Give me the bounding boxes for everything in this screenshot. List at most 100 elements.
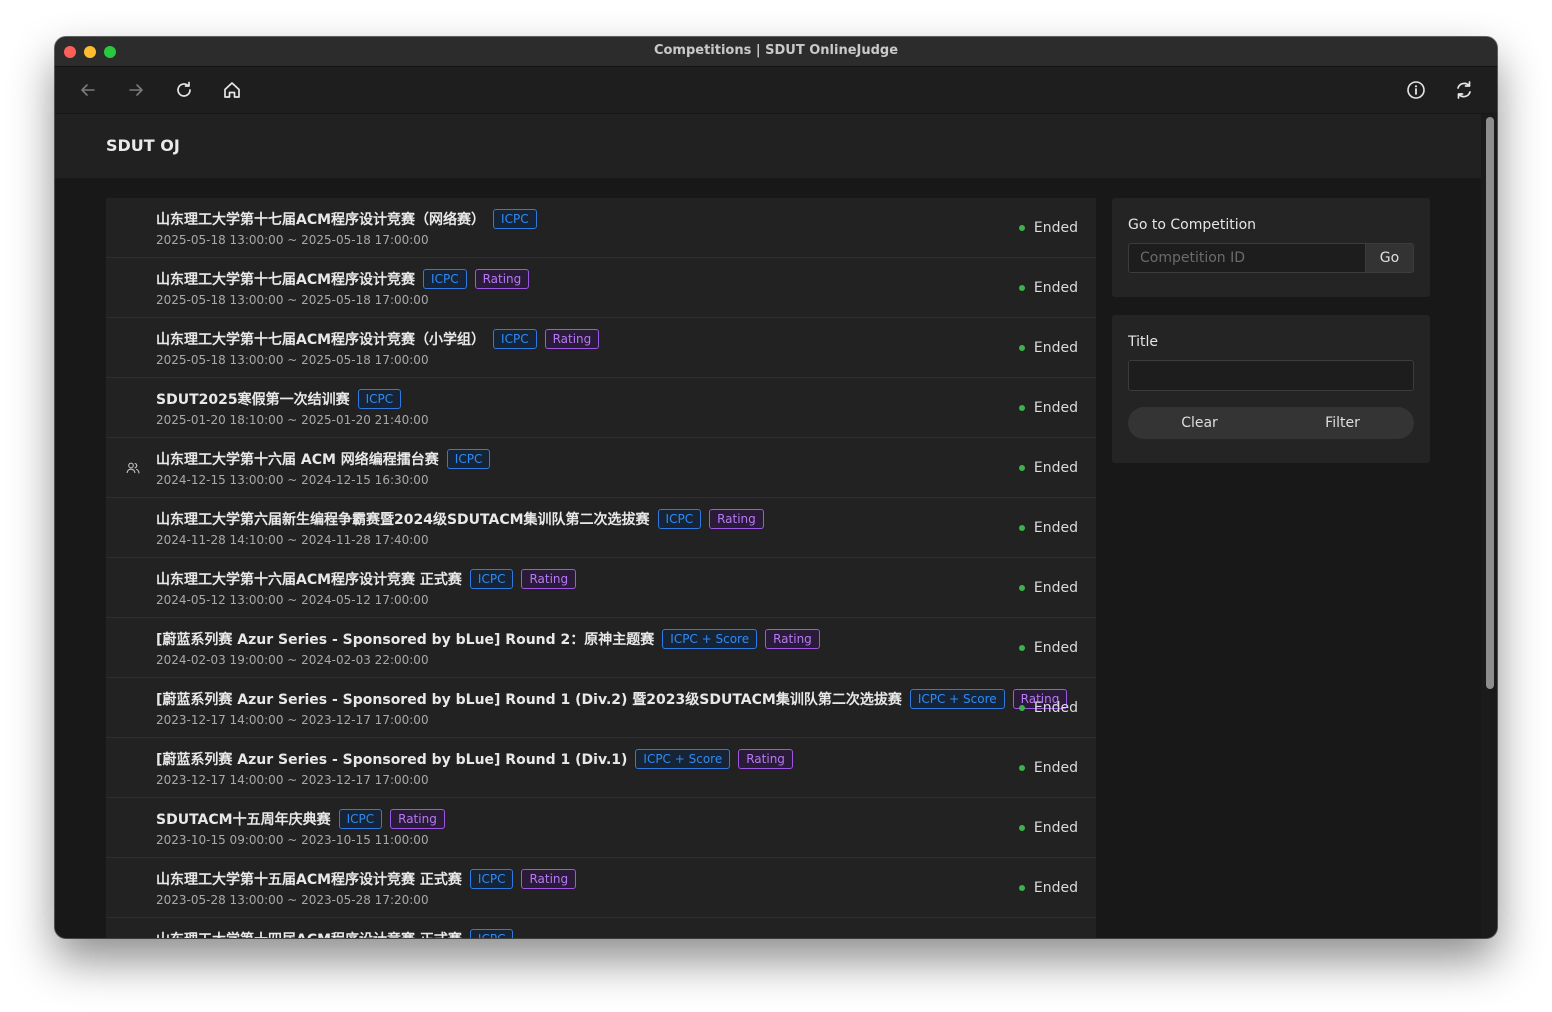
competition-title-link[interactable]: [蔚蓝系列赛 Azur Series - Sponsored by bLue] …: [156, 629, 654, 649]
browser-window: Competitions | SDUT OnlineJudge SDUT OJ …: [55, 37, 1497, 938]
scrollbar-thumb[interactable]: [1486, 117, 1494, 689]
status-label: Ended: [1033, 460, 1078, 476]
status-label: Ended: [1033, 220, 1078, 236]
competition-title-link[interactable]: 山东理工大学第十六届 ACM 网络编程擂台赛: [156, 449, 439, 469]
status-label: Ended: [1033, 340, 1078, 356]
status-label: Ended: [1033, 760, 1078, 776]
icpc-tag: ICPC + Score: [662, 629, 758, 649]
arrow-right-icon: [129, 84, 143, 96]
site-title[interactable]: SDUT OJ: [106, 136, 180, 155]
icpc-tag: ICPC: [469, 929, 514, 938]
scrollbar[interactable]: [1481, 114, 1497, 938]
competition-title-line: 山东理工大学第十七届ACM程序设计竞赛 ICPC Rating: [156, 269, 530, 289]
competition-time: 2024-11-28 14:10:00 ~ 2024-11-28 17:40:0…: [156, 533, 429, 547]
competition-title-line: [蔚蓝系列赛 Azur Series - Sponsored by bLue] …: [156, 689, 1068, 709]
competition-title-link[interactable]: SDUTACM十五周年庆典赛: [156, 809, 331, 829]
competition-title-link[interactable]: 山东理工大学第六届新生编程争霸赛暨2024级SDUTACM集训队第二次选拔赛: [156, 509, 650, 529]
icpc-tag: ICPC: [469, 869, 514, 889]
status-badge: Ended: [1018, 880, 1078, 896]
competition-title-link[interactable]: [蔚蓝系列赛 Azur Series - Sponsored by bLue] …: [156, 689, 902, 709]
icpc-tag: ICPC + Score: [909, 689, 1005, 709]
sync-button[interactable]: [1452, 78, 1476, 102]
clear-button[interactable]: Clear: [1128, 407, 1271, 439]
competition-title-line: SDUT2025寒假第一次结训赛 ICPC: [156, 389, 402, 409]
competition-row[interactable]: [蔚蓝系列赛 Azur Series - Sponsored by bLue] …: [106, 678, 1096, 738]
competition-title-line: 山东理工大学第十四届ACM程序设计竞赛 正式赛 ICPC: [156, 929, 514, 938]
competition-row[interactable]: SDUT2025寒假第一次结训赛 ICPC 2025-01-20 18:10:00 …: [106, 378, 1096, 438]
competition-title-link[interactable]: 山东理工大学第十五届ACM程序设计竞赛 正式赛: [156, 869, 462, 889]
icpc-tag: ICPC: [469, 569, 514, 589]
reload-button[interactable]: [172, 78, 196, 102]
competition-id-input[interactable]: [1128, 243, 1365, 273]
competition-row[interactable]: [蔚蓝系列赛 Azur Series - Sponsored by bLue] …: [106, 738, 1096, 798]
competition-time: 2025-05-18 13:00:00 ~ 2025-05-18 17:00:0…: [156, 233, 429, 247]
competition-title-link[interactable]: [蔚蓝系列赛 Azur Series - Sponsored by bLue] …: [156, 749, 627, 769]
competition-title-link[interactable]: 山东理工大学第十七届ACM程序设计竞赛（网络赛）: [156, 209, 485, 229]
status-badge: Ended: [1018, 520, 1078, 536]
back-button[interactable]: [76, 78, 100, 102]
window-title: Competitions | SDUT OnlineJudge: [653, 43, 899, 58]
competition-title-line: 山东理工大学第十六届 ACM 网络编程擂台赛 ICPC: [156, 449, 491, 469]
competition-title-link[interactable]: 山东理工大学第十七届ACM程序设计竞赛: [156, 269, 415, 289]
status-dot: [1018, 345, 1025, 351]
competition-title-link[interactable]: 山东理工大学第十六届ACM程序设计竞赛 正式赛: [156, 569, 462, 589]
competition-title-link[interactable]: 山东理工大学第十七届ACM程序设计竞赛（小学组）: [156, 329, 485, 349]
competition-row[interactable]: 山东理工大学第十四届ACM程序设计竞赛 正式赛 ICPC: [106, 918, 1096, 938]
status-badge: Ended: [1018, 280, 1078, 296]
status-dot: [1018, 525, 1025, 531]
rating-tag: Rating: [521, 869, 577, 889]
home-button[interactable]: [220, 78, 244, 102]
competition-time: 2023-12-17 14:00:00 ~ 2023-12-17 17:00:0…: [156, 713, 429, 727]
competition-row[interactable]: 山东理工大学第十六届 ACM 网络编程擂台赛 ICPC 2024-12-15 13:…: [106, 438, 1096, 498]
competition-time: 2023-12-17 14:00:00 ~ 2023-12-17 17:00:0…: [156, 773, 429, 787]
title-bar: Competitions | SDUT OnlineJudge: [55, 37, 1497, 67]
rating-tag: Rating: [390, 809, 445, 829]
competition-row[interactable]: 山东理工大学第十七届ACM程序设计竞赛（小学组） ICPC Rating 2025-0…: [106, 318, 1096, 378]
page-content: SDUT OJ 山东理工大学第十七届ACM程序设计竞赛（网络赛） ICPC 2025…: [55, 114, 1481, 938]
filter-button[interactable]: Filter: [1271, 407, 1414, 439]
competition-title-line: 山东理工大学第十七届ACM程序设计竞赛（小学组） ICPC Rating: [156, 329, 600, 349]
icpc-tag: ICPC: [357, 389, 402, 409]
rating-tag: Rating: [765, 629, 820, 649]
rating-tag: Rating: [544, 329, 600, 349]
competition-title-line: SDUTACM十五周年庆典赛 ICPC Rating: [156, 809, 445, 829]
icpc-tag: ICPC + Score: [635, 749, 731, 769]
competition-title-line: [蔚蓝系列赛 Azur Series - Sponsored by bLue] …: [156, 749, 793, 769]
competition-time: 2025-05-18 13:00:00 ~ 2025-05-18 17:00:0…: [156, 293, 429, 307]
icpc-tag: ICPC: [423, 269, 467, 289]
status-dot: [1018, 645, 1025, 651]
competition-list: 山东理工大学第十七届ACM程序设计竞赛（网络赛） ICPC 2025-05-18 1…: [106, 198, 1096, 938]
status-label: Ended: [1033, 820, 1078, 836]
status-label: Ended: [1033, 580, 1078, 596]
rating-tag: Rating: [521, 569, 577, 589]
status-dot: [1018, 885, 1025, 891]
competition-row[interactable]: [蔚蓝系列赛 Azur Series - Sponsored by bLue] …: [106, 618, 1096, 678]
forward-button[interactable]: [124, 78, 148, 102]
go-button[interactable]: Go: [1365, 243, 1414, 273]
competition-row[interactable]: 山东理工大学第六届新生编程争霸赛暨2024级SDUTACM集训队第二次选拔赛 IC…: [106, 498, 1096, 558]
competition-title-link[interactable]: SDUT2025寒假第一次结训赛: [156, 389, 350, 409]
icpc-tag: ICPC: [657, 509, 702, 529]
competition-row[interactable]: 山东理工大学第十六届ACM程序设计竞赛 正式赛 ICPC Rating 2024-05…: [106, 558, 1096, 618]
status-badge: Ended: [1018, 220, 1078, 236]
icpc-tag: ICPC: [446, 449, 491, 469]
status-badge: Ended: [1018, 700, 1078, 716]
competition-row[interactable]: 山东理工大学第十七届ACM程序设计竞赛 ICPC Rating 2025-05-18 …: [106, 258, 1096, 318]
status-dot: [1018, 285, 1025, 291]
icpc-tag: ICPC: [338, 809, 383, 829]
competition-row[interactable]: 山东理工大学第十七届ACM程序设计竞赛（网络赛） ICPC 2025-05-18 1…: [106, 198, 1096, 258]
title-filter-input[interactable]: [1128, 360, 1414, 391]
team-icon: [126, 462, 140, 474]
competition-row[interactable]: 山东理工大学第十五届ACM程序设计竞赛 正式赛 ICPC Rating 2023-05…: [106, 858, 1096, 918]
competition-time: 2024-12-15 13:00:00 ~ 2024-12-15 16:30:0…: [156, 473, 429, 487]
competition-row[interactable]: SDUTACM十五周年庆典赛 ICPC Rating 2023-10-15 09:00…: [106, 798, 1096, 858]
status-dot: [1018, 225, 1025, 231]
icpc-tag: ICPC: [493, 329, 537, 349]
home-icon: [224, 82, 240, 98]
info-button[interactable]: [1404, 78, 1428, 102]
status-badge: Ended: [1018, 760, 1078, 776]
site-header: SDUT OJ: [55, 114, 1481, 178]
filter-button-group: Clear Filter: [1128, 407, 1414, 439]
status-dot: [1018, 765, 1025, 771]
competition-title-link[interactable]: 山东理工大学第十四届ACM程序设计竞赛 正式赛: [156, 929, 462, 938]
